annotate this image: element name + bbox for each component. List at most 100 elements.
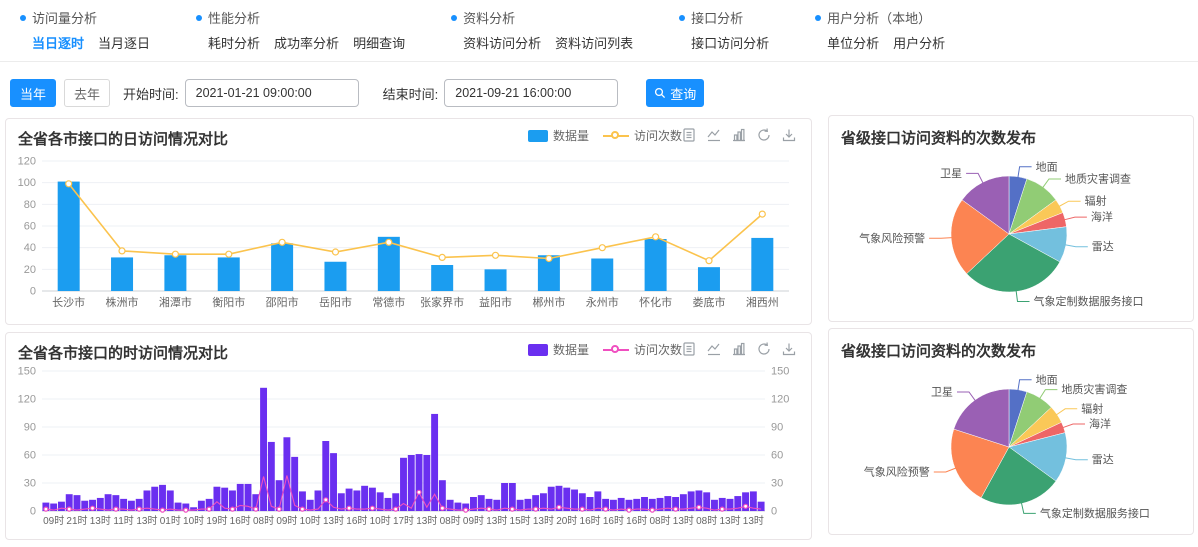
- svg-text:卫星: 卫星: [931, 385, 953, 398]
- svg-text:地质灾害调查: 地质灾害调查: [1065, 171, 1131, 185]
- access-count-pie-chart[interactable]: 地面地质灾害调查辐射海洋雷达气象定制数据服务接口气象风险预警卫星: [829, 359, 1193, 533]
- svg-text:11时: 11时: [113, 515, 133, 527]
- line-chart-toggle-icon[interactable]: [706, 341, 722, 357]
- search-icon: [654, 87, 666, 99]
- legend-data-volume[interactable]: 数据量: [528, 127, 589, 144]
- svg-text:100: 100: [18, 177, 36, 189]
- hourly-bar-line-chart[interactable]: 0030306060909012012015015009时21时13时11时13…: [6, 363, 801, 537]
- nav-section-performance: 性能分析 耗时分析 成功率分析 明细查询: [196, 8, 405, 61]
- svg-text:80: 80: [24, 199, 36, 211]
- legend-visit-count[interactable]: 访问次数: [603, 341, 682, 358]
- svg-text:10时: 10时: [183, 515, 204, 527]
- svg-text:120: 120: [771, 394, 789, 406]
- nav-section-title: 接口分析: [691, 8, 743, 27]
- nav-item-success-rate[interactable]: 成功率分析: [274, 33, 339, 52]
- svg-text:郴州市: 郴州市: [532, 295, 565, 309]
- nav-item-user-analysis[interactable]: 用户分析: [893, 33, 945, 52]
- bullet-icon: [679, 15, 685, 21]
- restore-icon[interactable]: [756, 341, 772, 357]
- svg-text:60: 60: [24, 221, 36, 233]
- svg-text:娄底市: 娄底市: [692, 295, 725, 309]
- svg-text:衡阳市: 衡阳市: [212, 295, 245, 309]
- nav-item-interface-access-analysis[interactable]: 接口访问分析: [691, 33, 769, 52]
- svg-text:08时: 08时: [696, 515, 717, 527]
- nav-section-data: 资料分析 资料访问分析 资料访问列表: [451, 8, 633, 61]
- access-count-pie-chart[interactable]: 地面地质灾害调查辐射海洋雷达气象定制数据服务接口气象风险预警卫星: [829, 146, 1193, 320]
- svg-text:13时: 13时: [323, 515, 344, 527]
- download-icon[interactable]: [781, 341, 797, 357]
- svg-text:30: 30: [771, 478, 783, 490]
- svg-text:地面: 地面: [1036, 160, 1058, 173]
- svg-text:气象风险预警: 气象风险预警: [859, 231, 925, 245]
- svg-text:15时: 15时: [510, 515, 531, 527]
- data-view-icon[interactable]: [681, 127, 697, 143]
- svg-text:0: 0: [30, 286, 36, 298]
- daily-access-chart-card: 全省各市接口的日访问情况对比 数据量 访问次数 020406080100120长…: [5, 118, 812, 325]
- svg-text:岳阳市: 岳阳市: [319, 295, 352, 309]
- daily-bar-line-chart[interactable]: 020406080100120长沙市株洲市湘潭市衡阳市邵阳市岳阳市常德市张家界市…: [6, 149, 801, 321]
- svg-text:邵阳市: 邵阳市: [266, 295, 299, 309]
- svg-text:09时: 09时: [463, 515, 484, 527]
- svg-text:怀化市: 怀化市: [639, 295, 672, 309]
- chart-title: 省级接口访问资料的次数发布: [841, 127, 1036, 148]
- svg-text:16时: 16时: [626, 515, 647, 527]
- end-time-label: 结束时间:: [383, 84, 439, 103]
- restore-icon[interactable]: [756, 127, 772, 143]
- nav-section-title: 资料分析: [463, 8, 515, 27]
- data-view-icon[interactable]: [681, 341, 697, 357]
- query-button[interactable]: 查询: [646, 79, 704, 107]
- svg-text:16时: 16时: [580, 515, 601, 527]
- nav-section-title: 性能分析: [208, 8, 260, 27]
- end-time-input[interactable]: [444, 79, 618, 107]
- bullet-icon: [20, 15, 26, 21]
- nav-item-time-cost[interactable]: 耗时分析: [208, 33, 260, 52]
- nav-item-daily-month[interactable]: 当月逐日: [98, 33, 150, 52]
- nav-item-data-access-list[interactable]: 资料访问列表: [555, 33, 633, 52]
- svg-text:16时: 16时: [603, 515, 624, 527]
- bar-swatch-icon: [528, 344, 548, 356]
- svg-text:120: 120: [18, 394, 36, 406]
- svg-text:张家界市: 张家界市: [420, 295, 464, 309]
- start-time-input[interactable]: [185, 79, 359, 107]
- svg-text:08时: 08时: [649, 515, 670, 527]
- svg-text:17时: 17时: [393, 515, 414, 527]
- last-year-button[interactable]: 去年: [64, 79, 110, 107]
- legend-visit-count[interactable]: 访问次数: [603, 127, 682, 144]
- svg-text:长沙市: 长沙市: [52, 295, 85, 309]
- svg-text:湘西州: 湘西州: [746, 295, 779, 309]
- svg-text:60: 60: [771, 450, 783, 462]
- svg-text:09时: 09时: [43, 515, 64, 527]
- svg-text:地面: 地面: [1036, 373, 1058, 386]
- chart-toolbox: [681, 127, 797, 143]
- chart-toolbox: [681, 341, 797, 357]
- chart-legend: 数据量 访问次数: [528, 127, 682, 144]
- svg-text:13时: 13时: [416, 515, 437, 527]
- svg-text:16时: 16时: [346, 515, 367, 527]
- svg-text:20时: 20时: [556, 515, 577, 527]
- bullet-icon: [451, 15, 457, 21]
- svg-text:13时: 13时: [90, 515, 111, 527]
- chart-title: 全省各市接口的时访问情况对比: [18, 342, 228, 363]
- svg-text:13时: 13时: [673, 515, 694, 527]
- legend-data-volume[interactable]: 数据量: [528, 341, 589, 358]
- nav-item-data-access-analysis[interactable]: 资料访问分析: [463, 33, 541, 52]
- svg-text:16时: 16时: [230, 515, 251, 527]
- hourly-access-chart-card: 全省各市接口的时访问情况对比 数据量 访问次数 0030306060909012…: [5, 332, 812, 540]
- nav-item-detail-query[interactable]: 明细查询: [353, 33, 405, 52]
- bar-chart-toggle-icon[interactable]: [731, 127, 747, 143]
- bar-chart-toggle-icon[interactable]: [731, 341, 747, 357]
- svg-text:雷达: 雷达: [1092, 240, 1114, 253]
- start-time-label: 开始时间:: [123, 84, 179, 103]
- nav-item-unit-analysis[interactable]: 单位分析: [827, 33, 879, 52]
- nav-section-title: 用户分析（本地）: [827, 8, 931, 27]
- chart-title: 全省各市接口的日访问情况对比: [18, 128, 228, 149]
- svg-text:60: 60: [24, 450, 36, 462]
- svg-text:13时: 13时: [743, 515, 764, 527]
- this-year-button[interactable]: 当年: [10, 79, 56, 107]
- nav-item-hourly-today[interactable]: 当日逐时: [32, 33, 84, 52]
- line-chart-toggle-icon[interactable]: [706, 127, 722, 143]
- svg-text:13时: 13时: [533, 515, 554, 527]
- province-access-pie-card-1: 省级接口访问资料的次数发布 地面地质灾害调查辐射海洋雷达气象定制数据服务接口气象…: [828, 115, 1194, 322]
- download-icon[interactable]: [781, 127, 797, 143]
- bullet-icon: [815, 15, 821, 21]
